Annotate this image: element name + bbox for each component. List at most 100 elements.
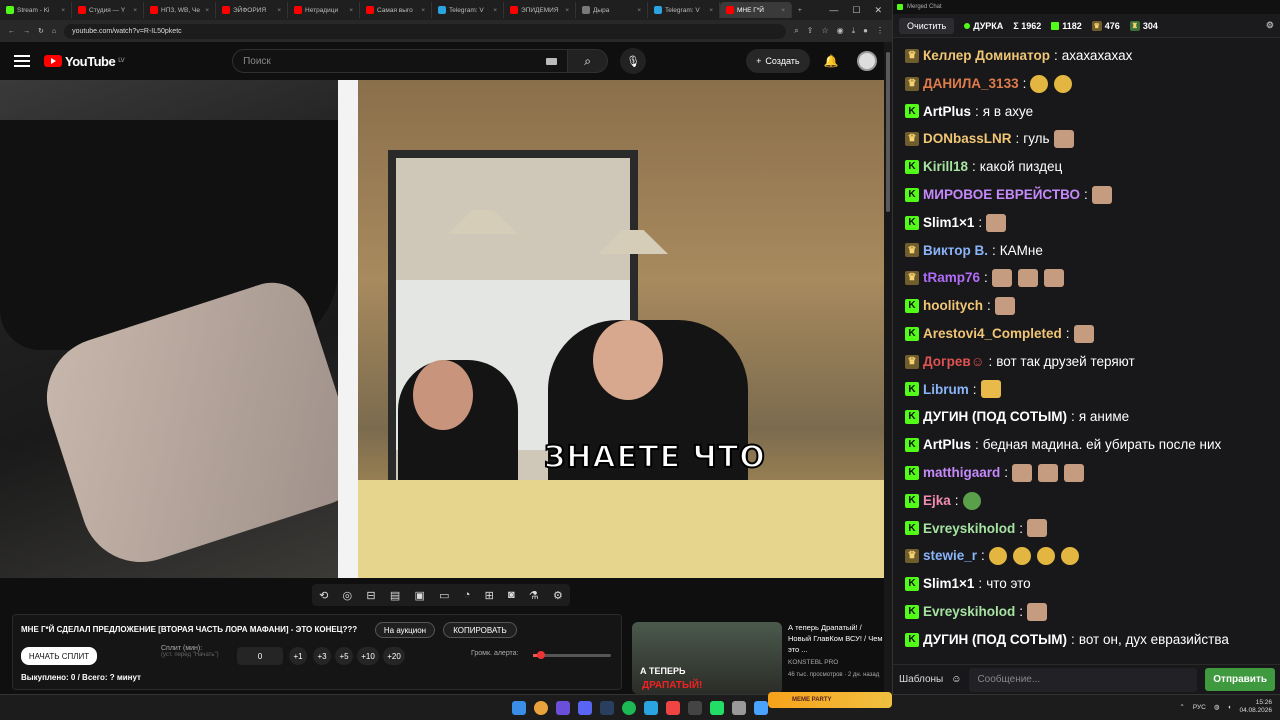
browser-tab[interactable]: МНЕ Г*Й × <box>720 2 792 18</box>
chat-username[interactable]: matthigaard <box>923 459 1000 487</box>
telegram-icon[interactable] <box>644 700 658 715</box>
browser-tab[interactable]: Telegram: V × <box>432 2 504 18</box>
start-icon[interactable] <box>512 700 526 715</box>
minimize-icon[interactable]: — <box>829 5 838 16</box>
start-split-button[interactable]: НАЧАТЬ СПЛИТ <box>21 647 97 665</box>
browser-tab[interactable]: ЭЙФОРИЯ × <box>216 2 288 18</box>
increment-button[interactable]: +5 <box>335 647 353 665</box>
app-icon-grey[interactable] <box>732 700 746 715</box>
share-icon[interactable]: ⇪ <box>807 26 814 36</box>
filter-icon[interactable]: ⊟ <box>366 589 375 602</box>
settings-gear-icon[interactable]: ⚙ <box>553 589 563 602</box>
discord-icon[interactable] <box>578 700 592 715</box>
alert-volume-knob[interactable] <box>536 651 545 659</box>
active-app-icon[interactable] <box>754 700 768 715</box>
chat-username[interactable]: ArtPlus <box>923 98 971 126</box>
hamburger-menu-icon[interactable] <box>14 55 30 67</box>
chat-username[interactable]: Evreyskiholod <box>923 598 1015 626</box>
pip-icon[interactable]: ▣ <box>414 589 424 602</box>
chat-username[interactable]: Slim1×1 <box>923 209 974 237</box>
split-minutes-input[interactable]: 0 <box>237 647 283 665</box>
browser-tab[interactable]: НПЗ, WB, Че × <box>144 2 216 18</box>
youtube-logo[interactable]: YouTube LV <box>44 54 125 69</box>
audio-icon[interactable]: ◎ <box>343 589 353 602</box>
browser-menu-icon[interactable]: ⋮ <box>876 26 884 36</box>
url-field[interactable]: youtube.com/watch?v=R-IL50pketc <box>64 23 787 39</box>
templates-button[interactable]: Шаблоны <box>899 674 943 685</box>
chat-username[interactable]: Виктор В. <box>923 237 988 265</box>
notifications-bell-icon[interactable]: 🔔 <box>824 54 839 68</box>
browser-tab[interactable]: ЭПИДЕМИЯ × <box>504 2 576 18</box>
increment-button[interactable]: +20 <box>383 647 405 665</box>
search-button[interactable]: ⌕ <box>568 49 609 73</box>
tray-chevron-icon[interactable]: ⌃ <box>1179 703 1184 711</box>
reload-icon[interactable]: ↻ <box>38 27 44 35</box>
new-tab-icon[interactable]: + <box>792 7 808 14</box>
increment-button[interactable]: +1 <box>289 647 307 665</box>
alert-volume-slider[interactable] <box>533 651 611 659</box>
clock[interactable]: 15:26 04.08.2026 <box>1239 699 1272 715</box>
profile-icon[interactable]: ● <box>863 26 868 36</box>
search-input[interactable]: Поиск <box>232 49 569 73</box>
recommended-title[interactable]: А теперь Драпатый! / Новый ГлавКом ВСУ! … <box>788 622 884 655</box>
chat-username[interactable]: Kirill18 <box>923 153 968 181</box>
chat-username[interactable]: ДАНИЛА_3133 <box>923 70 1019 98</box>
tab-close-icon[interactable]: × <box>637 7 641 14</box>
chat-username[interactable]: tRamp76 <box>923 264 980 292</box>
tab-close-icon[interactable]: × <box>781 7 785 14</box>
chrome-icon[interactable] <box>534 700 548 715</box>
chat-username[interactable]: МИРОВОЕ ЕВРЕЙСТВО <box>923 181 1080 209</box>
chat-username[interactable]: Slim1×1 <box>923 570 974 598</box>
spotify-icon[interactable] <box>622 700 636 715</box>
page-scrollbar[interactable] <box>884 42 892 694</box>
flask-icon[interactable]: ⚗ <box>529 589 539 602</box>
home-icon[interactable]: ⌂ <box>52 28 56 35</box>
voice-search-button[interactable]: 🎙 <box>620 48 647 74</box>
forward-icon[interactable]: → <box>23 28 30 35</box>
tab-close-icon[interactable]: × <box>205 7 209 14</box>
auction-button[interactable]: На аукцион <box>375 622 435 638</box>
app-icon[interactable] <box>556 700 570 715</box>
message-input[interactable]: Сообщение... <box>969 667 1198 692</box>
loop-icon[interactable]: ⟲ <box>319 589 328 602</box>
chat-username[interactable]: Arestovi4_Completed <box>923 320 1062 348</box>
browser-tab[interactable]: Stream - Ki × <box>0 2 72 18</box>
chat-username[interactable]: ДУГИН (ПОД СОТЫМ) <box>923 626 1067 654</box>
record-icon[interactable] <box>666 700 680 715</box>
screenshot-icon[interactable]: ◙ <box>508 589 515 601</box>
keyboard-icon[interactable] <box>546 57 558 65</box>
speed-icon[interactable]: ◔ <box>464 589 471 601</box>
extension-icon[interactable]: ◉ <box>837 26 844 36</box>
bookmark-icon[interactable]: ☆ <box>821 26 828 36</box>
browser-tab[interactable]: Дыра × <box>576 2 648 18</box>
chat-username[interactable]: DONbassLNR <box>923 125 1012 153</box>
tab-close-icon[interactable]: × <box>349 7 353 14</box>
chat-username[interactable]: hoolitych <box>923 292 983 320</box>
tab-close-icon[interactable]: × <box>421 7 425 14</box>
tab-close-icon[interactable]: × <box>565 7 569 14</box>
tab-close-icon[interactable]: × <box>493 7 497 14</box>
network-icon[interactable]: ◍ <box>1214 703 1220 711</box>
back-icon[interactable]: ← <box>8 28 15 35</box>
video-player[interactable]: ✝ ЗНАЕТЕ ЧТО <box>0 80 884 578</box>
chat-username[interactable]: stewie_r <box>923 542 977 570</box>
emoji-icon[interactable]: ☺ <box>951 674 961 685</box>
app-icon-green[interactable] <box>710 700 724 715</box>
tab-close-icon[interactable]: × <box>709 7 713 14</box>
recommended-video[interactable]: А ТЕПЕРЬ ДРАПАТЫЙ! А теперь Драпатый! / … <box>632 622 884 694</box>
maximize-icon[interactable]: ☐ <box>852 5 860 16</box>
clip-icon[interactable]: ▤ <box>390 589 400 602</box>
tab-close-icon[interactable]: × <box>277 7 281 14</box>
tab-close-icon[interactable]: × <box>133 7 137 14</box>
language-indicator[interactable]: РУС <box>1193 704 1206 711</box>
clear-chat-button[interactable]: Очистить <box>899 17 955 34</box>
increment-button[interactable]: +3 <box>313 647 331 665</box>
obs-icon[interactable] <box>688 700 702 715</box>
close-icon[interactable]: ✕ <box>874 5 882 16</box>
tab-close-icon[interactable]: × <box>61 7 65 14</box>
account-avatar[interactable] <box>856 51 877 71</box>
chat-username[interactable]: ArtPlus <box>923 431 971 459</box>
chat-username[interactable]: Келлер Доминатор <box>923 42 1050 70</box>
recommended-channel[interactable]: KONSTEBL PRO <box>788 657 884 668</box>
chat-username[interactable]: Librum <box>923 376 969 404</box>
